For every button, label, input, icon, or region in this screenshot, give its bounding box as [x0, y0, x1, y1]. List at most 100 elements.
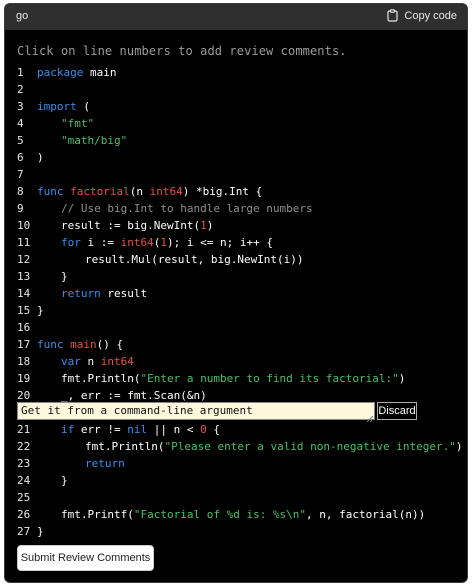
code-line: 24}	[5, 472, 467, 489]
code-token: }	[37, 304, 44, 317]
code-token: return	[85, 457, 125, 470]
code-line: 2	[5, 81, 467, 98]
line-number[interactable]: 26	[17, 506, 39, 523]
line-number[interactable]: 2	[17, 81, 39, 98]
line-number[interactable]: 18	[17, 353, 39, 370]
line-number[interactable]: 8	[17, 183, 39, 200]
code-token: {	[206, 423, 220, 436]
code-line: 9 // Use big.Int to handle large numbers	[5, 200, 467, 217]
code-token: err !=	[74, 423, 128, 436]
code-header: go Copy code	[5, 4, 467, 30]
line-number[interactable]: 14	[17, 285, 39, 302]
code-line: 26 fmt.Printf("Factorial of %d is: %s\n",…	[5, 506, 467, 523]
code-token: nil	[127, 423, 148, 436]
code-line: 4 "fmt"	[5, 115, 467, 132]
line-number[interactable]: 15	[17, 302, 39, 319]
code-line: 19 fmt.Println("Enter a number to find it…	[5, 370, 467, 387]
language-label: go	[16, 10, 29, 22]
line-number[interactable]: 9	[17, 200, 39, 217]
line-number[interactable]: 12	[17, 251, 39, 268]
code-token: for	[61, 236, 81, 249]
line-number[interactable]: 22	[17, 438, 39, 455]
code-token: main	[83, 66, 117, 79]
line-number[interactable]: 21	[17, 421, 39, 438]
code-token: "Please enter a valid non-negative integ…	[164, 440, 456, 453]
line-number[interactable]: 10	[17, 217, 39, 234]
code-line: 10 result := big.NewInt(1)	[5, 217, 467, 234]
line-number[interactable]: 5	[17, 132, 39, 149]
line-number[interactable]: 19	[17, 370, 39, 387]
code-token: || n <	[147, 423, 201, 436]
code-token: main	[70, 338, 97, 351]
code-line: 21 if err != nil || n < 0 {	[5, 421, 467, 438]
code-token: }	[61, 270, 68, 283]
code-token: ) *big.Int {	[182, 185, 263, 198]
line-number[interactable]: 23	[17, 455, 39, 472]
code-line: 7	[5, 166, 467, 183]
code-line: 18 var n int64	[5, 353, 467, 370]
code-token: fmt.Printf(	[61, 508, 134, 521]
code-token: "math/big"	[61, 134, 128, 147]
line-number[interactable]: 7	[17, 166, 39, 183]
code-token: factorial	[70, 185, 130, 198]
code-line: 25	[5, 489, 467, 506]
code-token: )	[37, 151, 44, 164]
line-number[interactable]: 11	[17, 234, 39, 251]
code-token: int64	[149, 185, 183, 198]
code-line: 11 for i := int64(1); i <= n; i++ {	[5, 234, 467, 251]
line-number[interactable]: 25	[17, 489, 39, 506]
code-token: "Enter a number to find its factorial:"	[140, 372, 399, 385]
code-token: result := big.NewInt(	[61, 219, 201, 232]
line-number[interactable]: 4	[17, 115, 39, 132]
code-line: 16	[5, 319, 467, 336]
code-block: go Copy code Click on line numbers to ad…	[4, 3, 468, 583]
line-number[interactable]: 13	[17, 268, 39, 285]
resize-handle-icon[interactable]	[366, 412, 374, 423]
code-token: int64	[100, 355, 134, 368]
line-number[interactable]: 17	[17, 336, 39, 353]
code-token: "fmt"	[61, 117, 95, 130]
code-token: fmt.Println(	[85, 440, 165, 453]
code-token: _, err := fmt.Scan(&n)	[61, 389, 207, 402]
code-token: if	[61, 423, 75, 436]
code-token: n	[80, 355, 101, 368]
code-token: }	[37, 525, 44, 538]
code-token: )	[455, 440, 463, 453]
code-line: 12 result.Mul(result, big.NewInt(i))	[5, 251, 467, 268]
code-token: 0	[200, 423, 207, 436]
submit-review-button[interactable]: Submit Review Comments	[17, 545, 154, 571]
code-token: var	[61, 355, 81, 368]
code-token: 1	[160, 236, 167, 249]
code-token: ); i <= n; i++ {	[167, 236, 273, 249]
review-comment-input[interactable]: Get it from a command-line argument	[17, 402, 375, 423]
line-number[interactable]: 16	[17, 319, 39, 336]
code-token: )	[206, 219, 214, 232]
code-token: result	[100, 287, 148, 300]
code-token: // Use big.Int to handle large numbers	[61, 202, 313, 215]
code-token: i :=	[80, 236, 121, 249]
code-line: 14 return result	[5, 285, 467, 302]
code-line: 22 fmt.Println("Please enter a valid non-…	[5, 438, 467, 455]
code-token: import	[37, 100, 77, 113]
code-token: 1	[200, 219, 207, 232]
code-line: 15}	[5, 302, 467, 319]
line-number[interactable]: 1	[17, 64, 39, 81]
line-number[interactable]: 6	[17, 149, 39, 166]
code-token: (	[76, 100, 90, 113]
code-line: 3 import (	[5, 98, 467, 115]
code-token: func	[37, 185, 64, 198]
code-line: 17 func main() {	[5, 336, 467, 353]
code-token: result.Mul(result, big.NewInt(i))	[85, 253, 304, 266]
code-token: fmt.Println(	[61, 372, 141, 385]
copy-code-label: Copy code	[404, 9, 457, 22]
copy-code-button[interactable]: Copy code	[387, 9, 457, 22]
line-number[interactable]: 24	[17, 472, 39, 489]
code-token: }	[61, 474, 68, 487]
code-line: 27}	[5, 523, 467, 540]
review-comment-text: Get it from a command-line argument	[21, 404, 253, 417]
discard-button[interactable]: Discard	[377, 402, 417, 420]
line-number[interactable]: 3	[17, 98, 39, 115]
code-line: 8 func factorial(n int64) *big.Int {	[5, 183, 467, 200]
code-line: 1 package main	[5, 64, 467, 81]
line-number[interactable]: 27	[17, 523, 39, 540]
